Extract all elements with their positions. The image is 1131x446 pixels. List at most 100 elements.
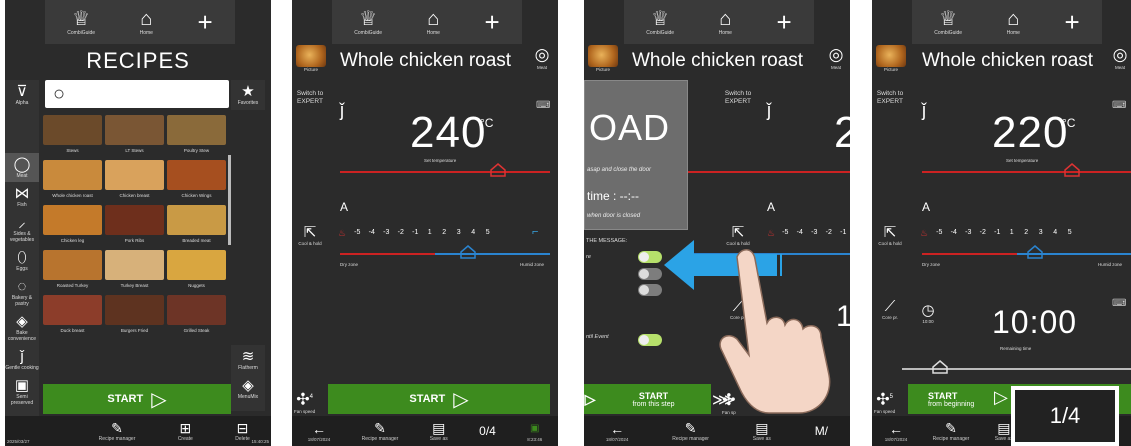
combiguide-button[interactable]: ♕ CombiGuide: [67, 8, 95, 36]
switch-expert-button[interactable]: Switch to EXPERT: [722, 90, 754, 106]
delete-button[interactable]: ⊟ Delete: [235, 420, 249, 442]
recipe-manager-button[interactable]: ✎ Recipe manager: [933, 420, 970, 442]
recipe-tile[interactable]: Duck breast: [43, 295, 102, 336]
temperature-value: 240: [410, 108, 487, 157]
cool-hold-button[interactable]: ⇱ Cool & hold: [874, 224, 906, 246]
time-slider-handle[interactable]: [932, 360, 948, 374]
keyboard-icon[interactable]: ⌨: [1112, 100, 1126, 111]
page-title: RECIPES: [86, 48, 190, 73]
fan-speed-button[interactable]: ✣4 Fan speed: [294, 388, 315, 414]
recipe-tile[interactable]: Whole chicken roast: [43, 160, 102, 201]
temperature-slider[interactable]: [688, 171, 850, 173]
humid-zone-label: Humid zone: [1098, 262, 1123, 267]
menumix-button[interactable]: ◈ MenuMix: [231, 374, 265, 403]
add-button[interactable]: +: [1065, 9, 1080, 35]
start-button[interactable]: START ▷: [328, 384, 550, 414]
message-toggle-3[interactable]: [638, 284, 662, 296]
combiguide-button[interactable]: ♕ CombiGuide: [354, 8, 382, 36]
favorites-button[interactable]: ★ Favorites: [231, 80, 265, 110]
recipe-manager-button[interactable]: ✎ Recipe manager: [362, 420, 399, 442]
recipe-tile[interactable]: Poultry Stew: [167, 115, 226, 156]
home-button[interactable]: ⌂ Home: [719, 8, 732, 36]
recipe-tile[interactable]: Chicken leg: [43, 205, 102, 246]
sidebar-item-semi-preserved[interactable]: ▣ Semi preserved: [5, 374, 39, 409]
meat-button[interactable]: ◎ Meat: [528, 45, 556, 70]
add-button[interactable]: +: [485, 9, 500, 35]
sidebar-item-bake[interactable]: ◈ Bake convenience: [5, 310, 39, 345]
back-button[interactable]: ← 18/07/2024: [308, 421, 331, 442]
sidebar-item-vegetables[interactable]: ⸝ Sides & vegetables: [5, 211, 39, 246]
combiguide-button[interactable]: ♕ CombiGuide: [934, 8, 962, 36]
cool-hold-icon: ⇱: [303, 224, 317, 241]
sidebar-item-gentle[interactable]: ǰ Gentle cooking: [5, 345, 39, 374]
home-button[interactable]: ⌂ Home: [427, 8, 440, 36]
until-event-toggle[interactable]: [638, 334, 662, 346]
back-button[interactable]: ← 18/07/2024: [606, 421, 629, 442]
fan-speed-button[interactable]: ✣5 Fan speed: [874, 388, 895, 414]
add-button[interactable]: +: [777, 9, 792, 35]
save-as-button[interactable]: ▤ Save as: [753, 420, 771, 442]
start-button[interactable]: START ▷: [43, 384, 231, 414]
recipe-manager-button[interactable]: ✎ Recipe manager: [672, 420, 709, 442]
recipe-tile[interactable]: Pork Ribs: [105, 205, 164, 246]
cool-hold-button[interactable]: ⇱ Cool & hold: [294, 224, 326, 246]
meat-button[interactable]: ◎ Meat: [1106, 45, 1131, 70]
start-from-step-button[interactable]: START from this step: [596, 384, 711, 414]
humidity-slider-dry[interactable]: [340, 253, 435, 255]
keyboard-icon[interactable]: ⌨: [1112, 298, 1126, 309]
search-input[interactable]: ○: [45, 80, 229, 108]
sidebar-item-fish[interactable]: ⋈ Fish: [5, 182, 39, 211]
recipe-image: [43, 295, 102, 325]
auto-icon[interactable]: A: [922, 200, 930, 214]
recipe-tile[interactable]: Chicken Wings: [167, 160, 226, 201]
sidebar-item-meat[interactable]: ◯ Meat: [5, 153, 39, 182]
status-button[interactable]: ▣ 8:23:46: [527, 421, 542, 442]
combiguide-button[interactable]: ♕ CombiGuide: [646, 8, 674, 36]
core-probe-button[interactable]: ⟋ Core pr.: [874, 298, 906, 320]
humidity-slider-humid[interactable]: [435, 253, 550, 255]
humidity-slider-handle[interactable]: [1027, 245, 1043, 259]
humidity-slider-handle[interactable]: [460, 245, 476, 259]
sidebar-item-eggs[interactable]: ⬯ Eggs: [5, 246, 39, 275]
switch-expert-button[interactable]: Switch to EXPERT: [874, 90, 906, 106]
keyboard-icon[interactable]: ⌨: [536, 100, 550, 111]
home-icon: ⌂: [1007, 8, 1020, 30]
back-button[interactable]: ← 18/07/2024: [885, 421, 908, 442]
recipe-tile[interactable]: Chicken breast: [105, 160, 164, 201]
recipe-manager-button[interactable]: ✎ Recipe manager: [99, 420, 136, 442]
auto-icon[interactable]: A: [340, 200, 348, 214]
picture-button[interactable]: Picture: [874, 45, 908, 79]
recipe-tile[interactable]: LT Stews: [105, 115, 164, 156]
temperature-slider-handle[interactable]: [1064, 163, 1080, 177]
temperature-slider[interactable]: [922, 171, 1131, 173]
add-button[interactable]: +: [198, 9, 213, 35]
auto-icon[interactable]: A: [767, 200, 775, 214]
flatherm-button[interactable]: ≋ Flatherm: [231, 345, 265, 374]
message-toggle-1[interactable]: [638, 251, 662, 263]
recipe-tile[interactable]: Grilled Steak: [167, 295, 226, 336]
home-button[interactable]: ⌂ Home: [1007, 8, 1020, 36]
prev-step-button[interactable]: ▷: [584, 384, 596, 414]
temperature-slider[interactable]: [340, 171, 550, 173]
picture-button[interactable]: Picture: [586, 45, 620, 79]
temperature-slider-handle[interactable]: [490, 163, 506, 177]
picture-button[interactable]: Picture: [294, 45, 328, 79]
fish-icon: ⋈: [14, 185, 30, 202]
create-button[interactable]: ⊞ Create: [178, 420, 193, 442]
recipe-tile[interactable]: Burgers Fried: [105, 295, 164, 336]
timer-button[interactable]: ◷ 10:00: [912, 302, 944, 324]
home-button[interactable]: ⌂ Home: [140, 8, 153, 36]
grid-scrollbar[interactable]: [228, 155, 231, 245]
switch-expert-button[interactable]: Switch to EXPERT: [294, 90, 326, 106]
sidebar-item-alpha[interactable]: ⊽ Alpha: [5, 80, 39, 109]
recipe-tile[interactable]: Turkey Breast: [105, 250, 164, 291]
sidebar-item-bakery[interactable]: ◌ Bakery & pastry: [5, 275, 39, 310]
save-as-button[interactable]: ▤ Save as: [430, 420, 448, 442]
message-toggle-2[interactable]: [638, 268, 662, 280]
recipe-tile[interactable]: Nuggets: [167, 250, 226, 291]
recipe-tile[interactable]: Breaded meat: [167, 205, 226, 246]
recipe-tile[interactable]: Stews: [43, 115, 102, 156]
humidity-slider-dry[interactable]: [922, 253, 1017, 255]
recipe-tile[interactable]: Roasted Turkey: [43, 250, 102, 291]
meat-button[interactable]: ◎ Meat: [822, 45, 850, 70]
